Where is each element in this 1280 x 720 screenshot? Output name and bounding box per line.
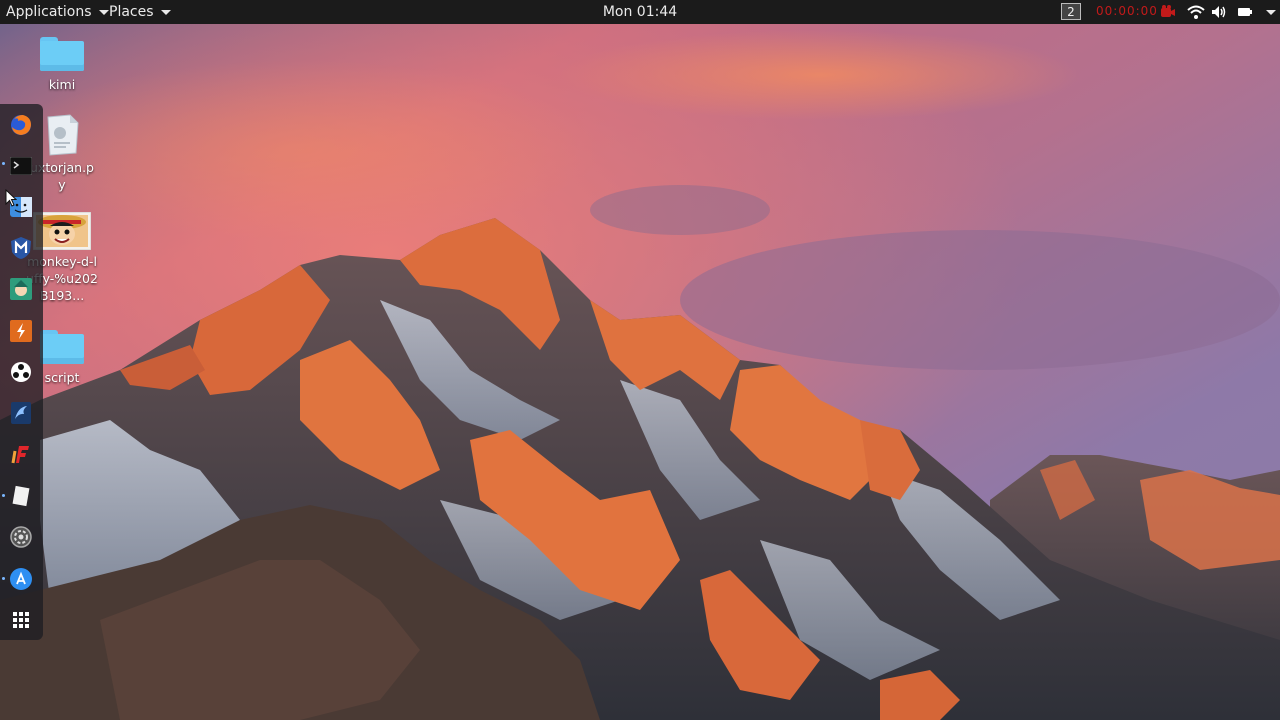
chevron-down-icon [160,9,171,15]
dock-item-metasploit[interactable] [8,235,34,261]
maltego-icon [11,362,31,382]
desktop-icon-label: kimi [48,77,76,92]
folder-icon [40,37,84,71]
python-file-icon [47,114,79,156]
running-indicator [2,577,5,580]
dock-item-anime-app[interactable] [8,276,34,302]
system-menu-chevron-icon[interactable] [1266,10,1276,15]
applications-menu[interactable]: Applications [6,0,109,24]
metasploit-icon [11,237,31,259]
workspace-indicator[interactable]: 2 [1061,3,1081,20]
anime-app-icon [10,278,32,300]
settings-icon [10,526,32,548]
dock-item-kali-tool[interactable] [8,400,34,426]
burpsuite-icon [10,320,32,342]
app-store-icon [10,568,32,590]
app-grid-icon [13,612,29,628]
mouse-pointer-icon [5,189,17,207]
dock [0,104,43,640]
dock-item-text-editor[interactable] [8,483,34,509]
dock-item-burpsuite[interactable] [8,318,34,344]
places-menu[interactable]: Places [109,0,171,24]
dock-item-faraday[interactable] [8,441,34,467]
running-indicator [2,162,5,165]
dock-item-app-store[interactable] [8,566,34,592]
battery-icon[interactable] [1237,4,1253,20]
places-menu-label: Places [109,4,154,20]
dock-item-firefox[interactable] [8,112,34,138]
clock[interactable]: Mon 01:44 [603,4,677,20]
dock-item-maltego[interactable] [8,359,34,385]
top-panel: Applications Places Mon 01:44 2 00:00:00 [0,0,1280,24]
running-indicator [2,494,5,497]
kali-tool-icon [11,402,31,424]
desktop-wallpaper [0,0,1280,720]
faraday-icon [11,446,29,464]
dock-item-settings[interactable] [8,524,34,550]
wifi-icon[interactable] [1187,4,1205,20]
applications-menu-label: Applications [6,4,92,20]
text-editor-icon [12,485,30,507]
folder-icon [40,330,84,364]
desktop-folder-kimi[interactable]: kimi [22,37,102,93]
volume-icon[interactable] [1211,4,1227,20]
terminal-icon [10,157,32,175]
show-applications-button[interactable] [8,607,34,633]
firefox-icon [11,115,31,135]
screen-recorder-icon[interactable] [1160,4,1176,20]
dock-item-terminal[interactable] [8,153,34,179]
chevron-down-icon [98,9,109,15]
recording-timer: 00:00:00 [1096,4,1158,18]
